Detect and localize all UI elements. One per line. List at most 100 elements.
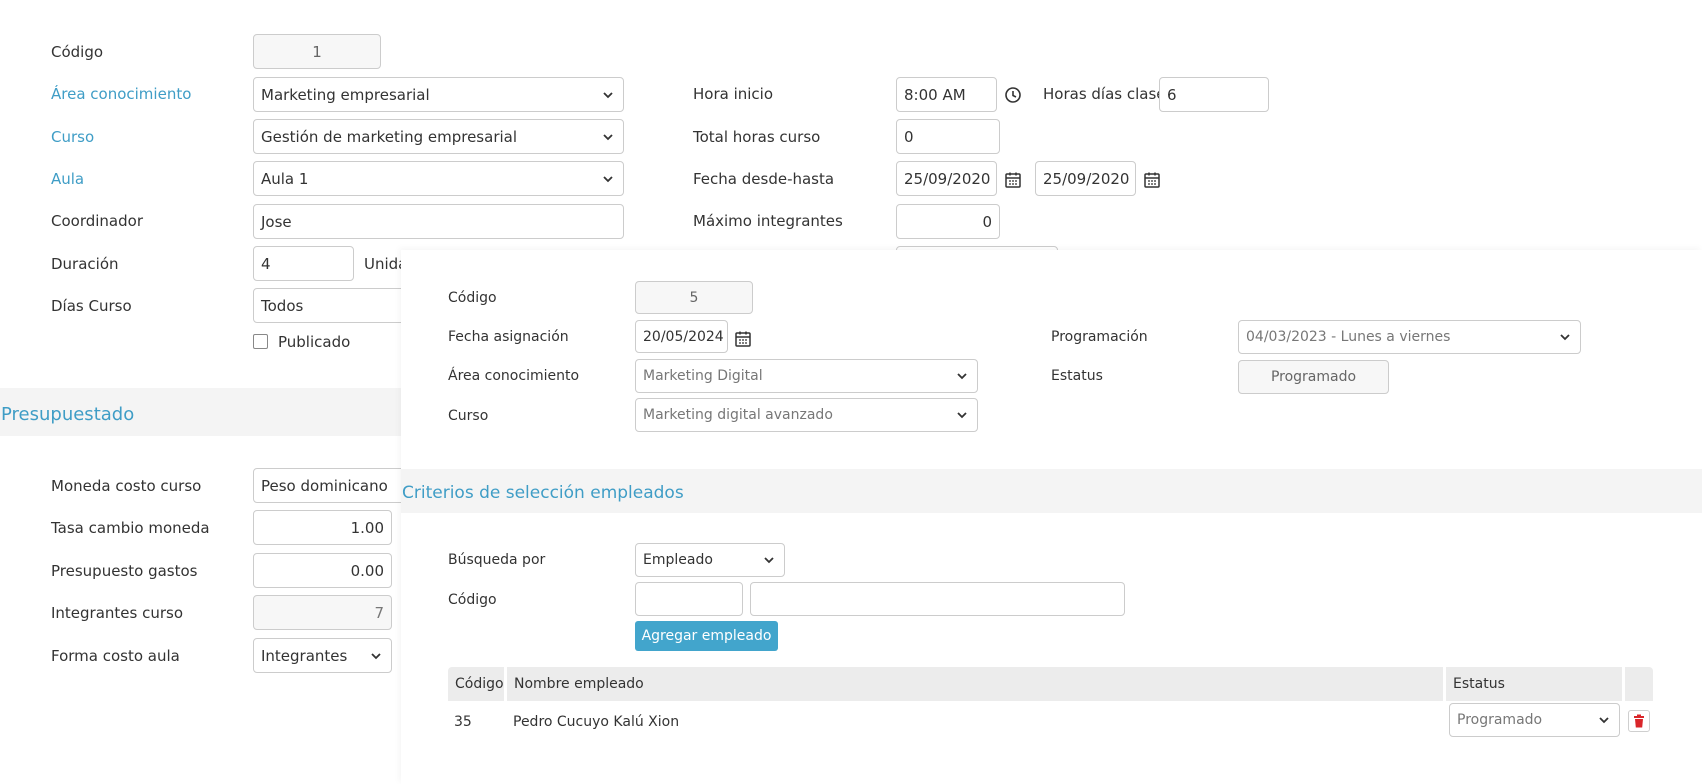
- estatus-field[interactable]: Programado: [1238, 360, 1389, 394]
- duracion-label: Duración: [51, 255, 119, 273]
- fecha-asignacion-label: Fecha asignación: [448, 329, 569, 345]
- area-label[interactable]: Área conocimiento: [51, 84, 191, 104]
- codigo-label: Código: [51, 43, 104, 61]
- asig-area-value: Marketing Digital: [643, 368, 763, 384]
- forma-label: Forma costo aula: [51, 647, 180, 665]
- coordinador-input[interactable]: Jose: [253, 204, 624, 239]
- tasa-input[interactable]: 1.00: [253, 510, 392, 545]
- duracion-input[interactable]: 4: [253, 246, 354, 281]
- fecha-hasta-input[interactable]: 25/09/2020: [1035, 161, 1136, 196]
- row-nombre: Pedro Cucuyo Kalú Xion: [513, 714, 680, 730]
- busqueda-value: Empleado: [643, 552, 713, 568]
- codigo-value: 1: [312, 42, 322, 61]
- fecha-asignacion-value: 20/05/2024: [643, 328, 724, 345]
- agregar-empleado-button[interactable]: Agregar empleado: [635, 621, 778, 651]
- tasa-value: 1.00: [350, 518, 384, 537]
- curso-label[interactable]: Curso: [51, 127, 94, 147]
- table-header-codigo[interactable]: Código: [448, 667, 504, 701]
- forma-value: Integrantes: [261, 646, 348, 665]
- table-header-actions: [1625, 667, 1653, 701]
- fecha-asignacion-input[interactable]: 20/05/2024: [635, 320, 728, 353]
- calendar-icon[interactable]: [1143, 171, 1161, 189]
- hora-inicio-input[interactable]: 8:00 AM: [896, 77, 997, 112]
- chevron-down-icon: [603, 133, 613, 140]
- tasa-label: Tasa cambio moneda: [51, 519, 210, 537]
- header-label: Nombre empleado: [514, 676, 644, 692]
- coordinador-label: Coordinador: [51, 212, 143, 230]
- curso-select[interactable]: Gestión de marketing empresarial: [253, 119, 624, 154]
- fecha-desde-value: 25/09/2020: [904, 169, 991, 188]
- programacion-value: 04/03/2023 - Lunes a viernes: [1246, 329, 1451, 345]
- busqueda-select[interactable]: Empleado: [635, 543, 785, 577]
- presupuestado-title: Presupuestado: [1, 404, 135, 425]
- programacion-select[interactable]: 04/03/2023 - Lunes a viernes: [1238, 320, 1581, 354]
- chevron-down-icon: [371, 652, 381, 659]
- chevron-down-icon: [1560, 334, 1570, 341]
- delete-row-button[interactable]: [1628, 710, 1650, 732]
- header-label: Estatus: [1453, 676, 1505, 692]
- horas-dias-label: Horas días clase: [1043, 85, 1166, 103]
- integrantes-value: 7: [374, 603, 384, 622]
- dias-curso-value: Todos: [261, 296, 304, 315]
- row-codigo: 35: [454, 714, 472, 730]
- asig-area-select[interactable]: Marketing Digital: [635, 359, 978, 393]
- moneda-value: Peso dominicano: [261, 476, 388, 495]
- fecha-label: Fecha desde-hasta: [693, 170, 835, 188]
- trash-icon: [1634, 714, 1644, 728]
- gastos-input[interactable]: 0.00: [253, 553, 392, 588]
- criterio-codigo-label: Código: [448, 592, 497, 608]
- duracion-value: 4: [261, 254, 271, 273]
- total-horas-value: 0: [904, 127, 914, 146]
- maximo-label: Máximo integrantes: [693, 212, 843, 230]
- calendar-icon[interactable]: [734, 330, 752, 348]
- forma-select[interactable]: Integrantes: [253, 638, 392, 673]
- asig-codigo-field[interactable]: 5: [635, 281, 753, 314]
- curso-value: Gestión de marketing empresarial: [261, 127, 518, 146]
- asig-curso-value: Marketing digital avanzado: [643, 407, 833, 423]
- fecha-hasta-value: 25/09/2020: [1043, 169, 1130, 188]
- hora-inicio-label: Hora inicio: [693, 85, 774, 103]
- integrantes-input[interactable]: 7: [253, 595, 392, 630]
- row-estatus-select[interactable]: Programado: [1449, 703, 1620, 737]
- codigo-empleado-input[interactable]: [635, 582, 743, 616]
- coordinador-value: Jose: [261, 212, 292, 231]
- gastos-value: 0.00: [350, 561, 384, 580]
- asig-area-label: Área conocimiento: [448, 368, 580, 384]
- aula-select[interactable]: Aula 1: [253, 161, 624, 196]
- aula-label[interactable]: Aula: [51, 169, 84, 189]
- publicado-label: Publicado: [278, 333, 351, 351]
- total-horas-input[interactable]: 0: [896, 119, 1000, 154]
- chevron-down-icon: [957, 373, 967, 380]
- maximo-value: 0: [982, 212, 992, 231]
- clock-icon[interactable]: [1004, 86, 1022, 104]
- dias-curso-label: Días Curso: [51, 297, 132, 315]
- fecha-desde-input[interactable]: 25/09/2020: [896, 161, 997, 196]
- chevron-down-icon: [603, 91, 613, 98]
- maximo-input[interactable]: 0: [896, 204, 1000, 239]
- moneda-select[interactable]: Peso dominicano: [253, 468, 413, 503]
- chevron-down-icon: [603, 175, 613, 182]
- dias-curso-select[interactable]: Todos: [253, 288, 413, 323]
- chevron-down-icon: [1599, 717, 1609, 724]
- moneda-label: Moneda costo curso: [51, 477, 202, 495]
- estatus-label: Estatus: [1051, 368, 1103, 384]
- table-header-nombre[interactable]: Nombre empleado: [507, 667, 1443, 701]
- integrantes-label: Integrantes curso: [51, 604, 184, 622]
- area-select[interactable]: Marketing empresarial: [253, 77, 624, 112]
- asig-codigo-value: 5: [689, 289, 699, 306]
- estatus-value: Programado: [1270, 369, 1357, 385]
- total-horas-label: Total horas curso: [693, 128, 821, 146]
- chevron-down-icon: [764, 557, 774, 564]
- table-header-estatus[interactable]: Estatus: [1446, 667, 1622, 701]
- asig-curso-select[interactable]: Marketing digital avanzado: [635, 398, 978, 432]
- nombre-empleado-input[interactable]: [750, 582, 1125, 616]
- publicado-checkbox[interactable]: [253, 334, 268, 349]
- header-label: Código: [455, 676, 504, 692]
- busqueda-label: Búsqueda por: [448, 552, 546, 568]
- codigo-field[interactable]: 1: [253, 34, 381, 69]
- chevron-down-icon: [957, 412, 967, 419]
- horas-dias-input[interactable]: 6: [1159, 77, 1269, 112]
- area-value: Marketing empresarial: [261, 85, 430, 104]
- calendar-icon[interactable]: [1004, 171, 1022, 189]
- criterios-title: Criterios de selección empleados: [402, 483, 684, 503]
